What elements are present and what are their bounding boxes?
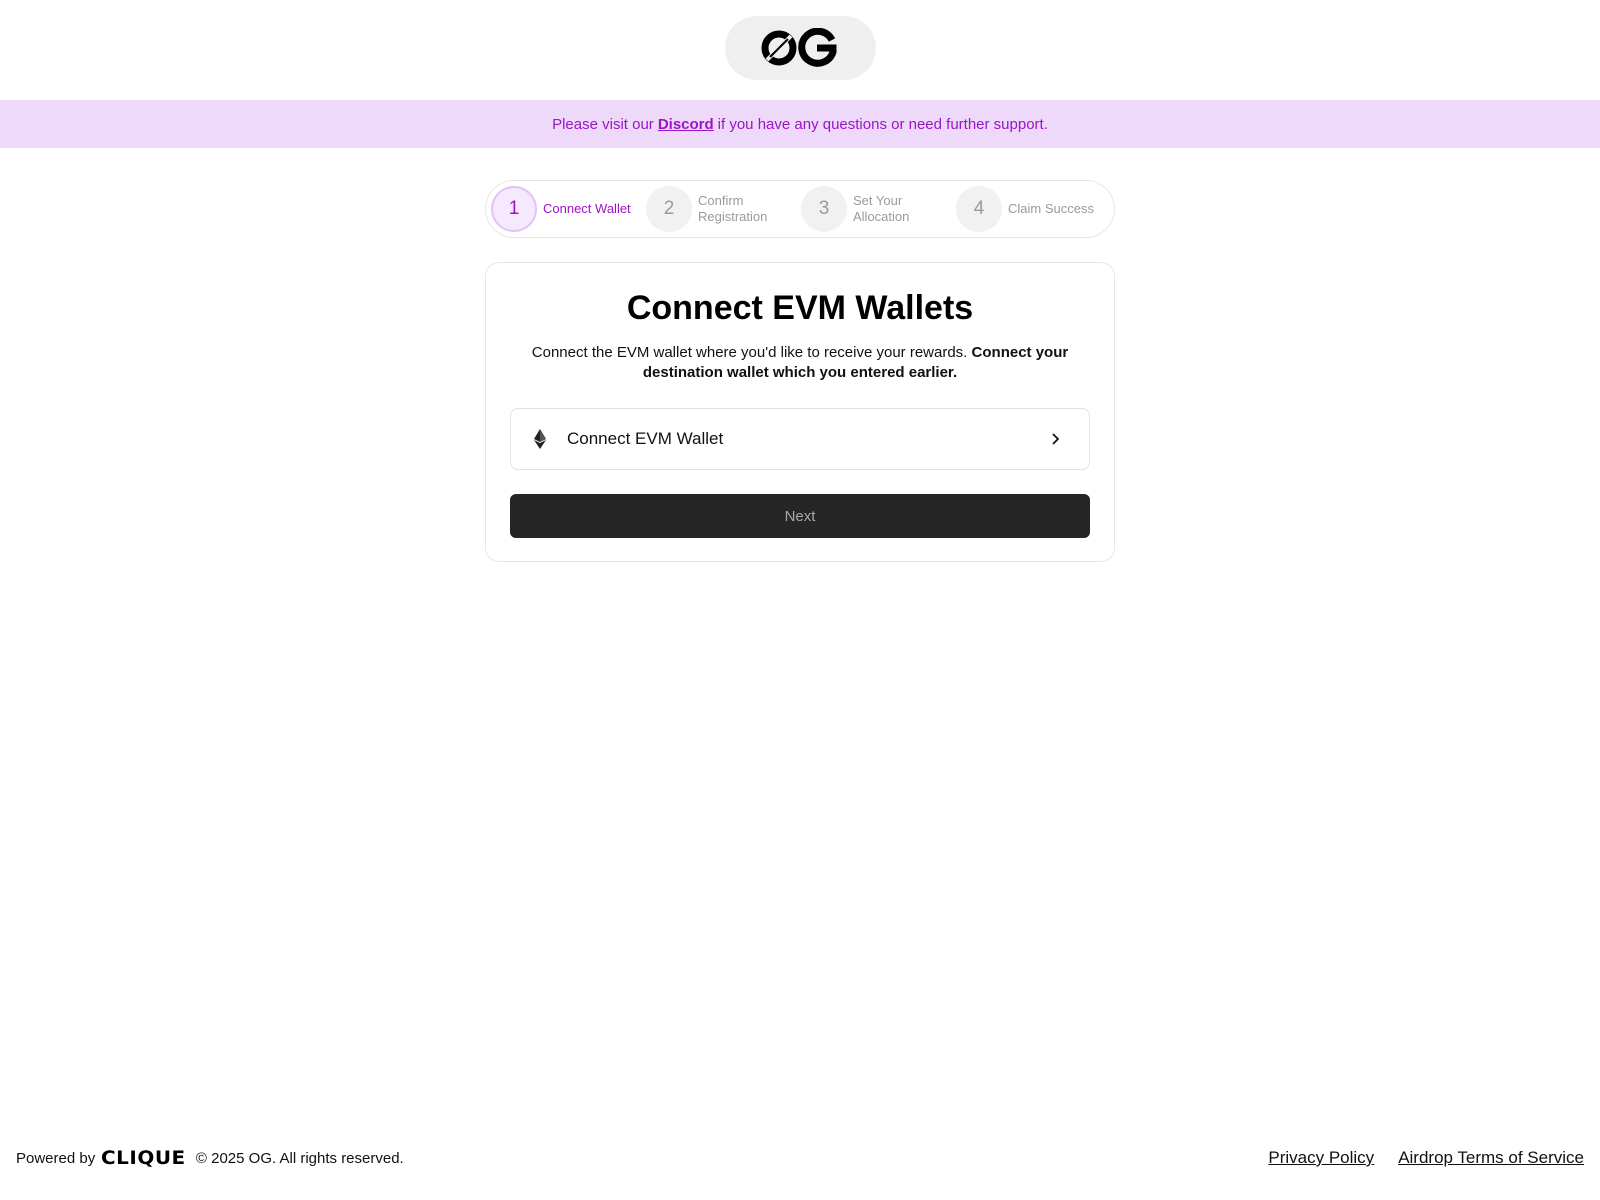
- step-number: 1: [491, 186, 537, 232]
- step-number: 4: [956, 186, 1002, 232]
- discord-link[interactable]: Discord: [658, 116, 714, 133]
- og-logo-icon: [761, 28, 837, 67]
- progress-stepper: 1 Connect Wallet 2 Confirm Registration …: [485, 180, 1115, 238]
- ethereum-icon: [533, 428, 547, 450]
- step-connect-wallet: 1 Connect Wallet: [491, 186, 646, 232]
- airdrop-terms-link[interactable]: Airdrop Terms of Service: [1398, 1148, 1584, 1168]
- footer: Powered by CLIQUE © 2025 OG. All rights …: [16, 1146, 1584, 1170]
- wallet-button-label: Connect EVM Wallet: [567, 429, 724, 448]
- banner-prefix: Please visit our: [552, 115, 654, 133]
- step-label: Set Your Allocation: [853, 193, 910, 224]
- chevron-right-icon: [1049, 433, 1061, 445]
- page-title: Connect EVM Wallets: [626, 289, 974, 327]
- step-confirm-registration: 2 Confirm Registration: [646, 186, 801, 232]
- step-label: Claim Success: [1008, 201, 1094, 216]
- step-set-allocation: 3 Set Your Allocation: [801, 186, 956, 232]
- privacy-policy-link[interactable]: Privacy Policy: [1268, 1148, 1374, 1168]
- step-claim-success: 4 Claim Success: [956, 186, 1111, 232]
- footer-links: Privacy Policy Airdrop Terms of Service: [1268, 1148, 1584, 1168]
- powered-by-text: Powered by: [16, 1149, 96, 1167]
- step-label: Confirm Registration: [698, 193, 768, 224]
- support-banner: Please visit our Discord if you have any…: [0, 100, 1600, 148]
- card-description: Connect the EVM wallet where you'd like …: [526, 343, 1074, 383]
- clique-logo[interactable]: CLIQUE: [101, 1147, 186, 1169]
- step-number: 2: [646, 186, 692, 232]
- connect-evm-wallet-button[interactable]: Connect EVM Wallet: [510, 408, 1090, 470]
- description-text: Connect the EVM wallet where you'd like …: [531, 344, 968, 361]
- step-label: Connect Wallet: [543, 201, 631, 216]
- banner-suffix: if you have any questions or need furthe…: [717, 115, 1048, 133]
- next-button[interactable]: Next: [510, 494, 1090, 538]
- og-logo[interactable]: OG: [724, 16, 876, 80]
- connect-wallet-card: Connect EVM Wallets Connect the EVM wall…: [485, 262, 1115, 562]
- copyright-text: © 2025 OG. All rights reserved.: [195, 1149, 404, 1167]
- header: OG: [0, 0, 1600, 100]
- step-number: 3: [801, 186, 847, 232]
